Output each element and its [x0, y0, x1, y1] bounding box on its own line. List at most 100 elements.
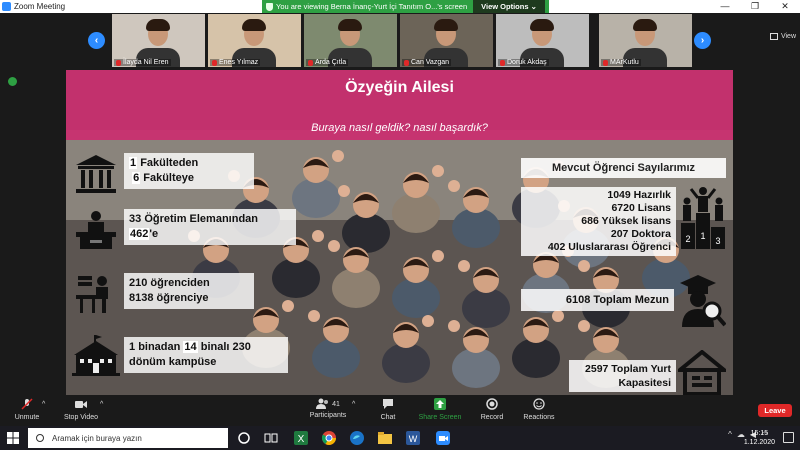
unmute-button[interactable]: Unmute	[12, 398, 42, 421]
participant-tile[interactable]: Doruk Akdaş	[496, 14, 589, 67]
count-row: 686 Yüksek lisans	[581, 215, 671, 227]
chrome-icon[interactable]	[322, 431, 336, 445]
record-button[interactable]: Record	[478, 398, 506, 421]
cortana-icon[interactable]	[237, 431, 251, 445]
dorm-capacity-stat: 2597 Toplam Yurt Kapasitesi	[569, 360, 676, 392]
participant-name: MArKutlu	[601, 59, 641, 66]
student-counts-list: 1049 Hazırlık 6720 Lisans 686 Yüksek lis…	[521, 187, 676, 256]
close-window-button[interactable]: ✕	[770, 0, 800, 13]
muted-mic-icon	[308, 59, 313, 66]
participants-button[interactable]: 41 Participants	[305, 398, 351, 419]
crowd-person-hand	[448, 180, 460, 192]
participant-name: Arda Çıtla	[306, 59, 349, 66]
stat-faculties: 1 Fakülteden 6 Fakülteye	[124, 153, 254, 189]
person-hair	[338, 19, 362, 31]
window-title: Zoom Meeting	[14, 2, 66, 11]
taskbar-clock[interactable]: 15:15 1.12.2020	[744, 429, 775, 447]
muted-mic-icon	[21, 398, 33, 410]
participant-tile[interactable]: MArKutlu	[599, 14, 692, 67]
zoom-taskbar-icon[interactable]	[436, 431, 450, 445]
crowd-person-hand	[432, 250, 444, 262]
crowd-person-hand	[578, 260, 590, 272]
participants-icon	[316, 398, 329, 409]
participant-name: Doruk Akdaş	[498, 59, 549, 66]
crowd-person-hand	[338, 185, 350, 197]
crowd-person-hand	[448, 320, 460, 332]
audio-options-caret[interactable]: ^	[42, 401, 45, 408]
participant-tile[interactable]: İlayda Nil Eren	[112, 14, 205, 67]
participants-caret[interactable]: ^	[352, 401, 355, 408]
count-row: 207 Doktora	[610, 228, 671, 240]
crowd-person-hand	[552, 310, 564, 322]
reactions-button[interactable]: Reactions	[522, 398, 556, 421]
muted-mic-icon	[500, 59, 505, 66]
lecturer-icon	[76, 211, 116, 249]
share-screen-icon	[434, 398, 446, 410]
gallery-prev-button[interactable]: ‹	[88, 32, 105, 49]
file-explorer-icon[interactable]	[378, 431, 392, 445]
crowd-person-body	[272, 258, 320, 298]
windows-taskbar: Aramak için buraya yazın X W ^ ☁ ◀ ◠ 15:…	[0, 426, 800, 450]
podium-icon: 1 2 3	[681, 187, 725, 249]
muted-mic-icon	[212, 59, 217, 66]
windows-start-icon[interactable]	[7, 432, 19, 444]
slide-title: Özyeğin Ailesi	[345, 79, 454, 96]
participant-tile[interactable]: Enes Yılmaz	[208, 14, 301, 67]
notifications-icon[interactable]	[783, 432, 794, 443]
campus-building-icon	[72, 335, 120, 376]
participant-tile[interactable]: Can Vazgan	[400, 14, 493, 67]
shield-icon	[266, 2, 273, 11]
video-options-caret[interactable]: ^	[100, 401, 103, 408]
leave-meeting-button[interactable]: Leave	[758, 404, 792, 417]
smiley-icon	[533, 398, 545, 410]
participant-gallery: ‹ › View İlayda Nil Eren Enes Yılmaz Arda …	[0, 13, 800, 68]
chat-icon	[383, 399, 393, 409]
crowd-person-body	[382, 343, 430, 383]
zoom-app-icon	[2, 2, 11, 11]
minimize-button[interactable]: —	[710, 0, 740, 13]
restore-button[interactable]: ❐	[740, 0, 770, 13]
share-screen-button[interactable]: Share Screen	[418, 398, 462, 421]
person-hair	[530, 19, 554, 31]
student-counts-heading: Mevcut Öğrenci Sayılarımız	[521, 158, 726, 178]
excel-icon[interactable]: X	[294, 431, 308, 445]
view-button[interactable]: View	[769, 33, 796, 40]
participant-name: Can Vazgan	[402, 59, 452, 66]
stop-video-button[interactable]: Stop Video	[62, 398, 100, 421]
tray-arrow-icon[interactable]: ^	[728, 430, 732, 439]
search-placeholder: Aramak için buraya yazın	[52, 433, 142, 443]
chat-button[interactable]: Chat	[376, 398, 400, 421]
task-view-icon[interactable]	[264, 431, 278, 445]
crowd-person-hand	[332, 150, 344, 162]
taskbar-search-box[interactable]: Aramak için buraya yazın	[28, 428, 228, 448]
count-row: 6720 Lisans	[611, 202, 671, 214]
crowd-person-hand	[328, 240, 340, 252]
person-hair	[242, 19, 266, 31]
count-row: 1049 Hazırlık	[607, 189, 671, 201]
svg-text:2: 2	[685, 234, 690, 244]
share-banner: You are viewing Berna İnanç-Yurt İçi Tan…	[262, 0, 549, 13]
crowd-person-body	[312, 338, 360, 378]
meeting-toolbar: Unmute ^ Stop Video ^ 41 Participants ^ …	[0, 395, 800, 426]
muted-mic-icon	[603, 59, 608, 66]
participant-name: İlayda Nil Eren	[114, 59, 171, 66]
video-camera-icon	[75, 401, 87, 408]
word-icon[interactable]: W	[406, 431, 420, 445]
dorm-house-icon	[678, 350, 726, 395]
security-shield-icon[interactable]	[8, 77, 17, 86]
crowd-person-body	[332, 268, 380, 308]
participant-tile[interactable]: Arda Çıtla	[304, 14, 397, 67]
edge-icon[interactable]	[350, 431, 364, 445]
record-icon	[486, 398, 498, 410]
crowd-person-body	[392, 278, 440, 318]
crowd-person-hand	[282, 300, 294, 312]
student-desk-icon	[76, 276, 108, 313]
gallery-next-button[interactable]: ›	[694, 32, 711, 49]
grid-view-icon	[769, 33, 778, 40]
person-hair	[146, 19, 170, 31]
crowd-person-body	[512, 338, 560, 378]
crowd-person-body	[462, 288, 510, 328]
view-options-button[interactable]: View Options ⌄	[473, 0, 545, 13]
slide-subtitle: Buraya nasıl geldik? nasıl başardık?	[311, 122, 488, 134]
crowd-person-body	[452, 208, 500, 248]
